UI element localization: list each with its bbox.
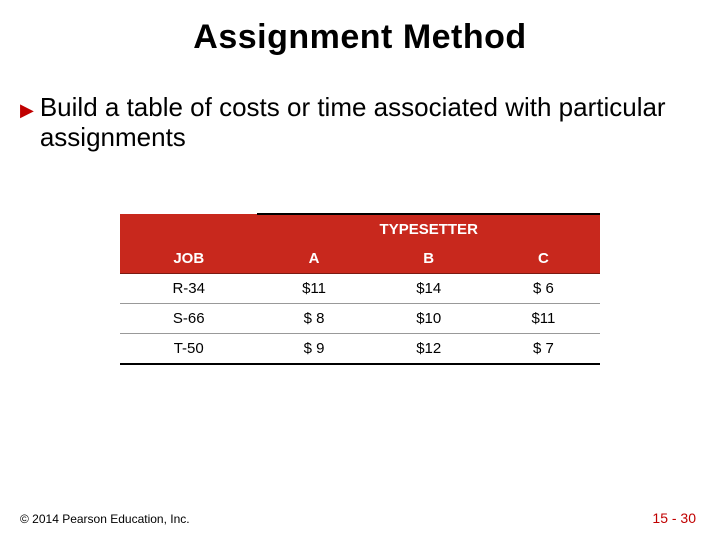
col-header-b: B	[371, 244, 487, 274]
bullet-text: Build a table of costs or time associate…	[40, 93, 686, 153]
footer-page-number: 15 - 30	[652, 510, 696, 526]
table-group-header: TYPESETTER	[257, 214, 600, 244]
cell-job: T-50	[120, 333, 257, 364]
cell-value: $ 9	[257, 333, 370, 364]
cell-value: $11	[257, 273, 370, 303]
table-group-header-blank	[120, 214, 257, 244]
table-row: T-50 $ 9 $12 $ 7	[120, 333, 600, 364]
cell-job: R-34	[120, 273, 257, 303]
table-column-header-row: JOB A B C	[120, 244, 600, 274]
triangle-bullet-icon: ▶	[20, 95, 34, 125]
cell-job: S-66	[120, 303, 257, 333]
col-header-job: JOB	[120, 244, 257, 274]
cost-table: TYPESETTER JOB A B C R-34 $11 $14 $ 6 S-…	[120, 213, 600, 365]
cell-value: $ 8	[257, 303, 370, 333]
cost-table-wrap: TYPESETTER JOB A B C R-34 $11 $14 $ 6 S-…	[0, 213, 720, 365]
cell-value: $ 6	[487, 273, 600, 303]
cell-value: $14	[371, 273, 487, 303]
cell-value: $ 7	[487, 333, 600, 364]
cell-value: $11	[487, 303, 600, 333]
footer-copyright: © 2014 Pearson Education, Inc.	[20, 512, 190, 526]
cell-value: $12	[371, 333, 487, 364]
col-header-c: C	[487, 244, 600, 274]
col-header-a: A	[257, 244, 370, 274]
bullet-item: ▶ Build a table of costs or time associa…	[0, 93, 720, 153]
slide: Assignment Method ▶ Build a table of cos…	[0, 0, 720, 540]
table-group-header-row: TYPESETTER	[120, 214, 600, 244]
table-row: S-66 $ 8 $10 $11	[120, 303, 600, 333]
cell-value: $10	[371, 303, 487, 333]
slide-title: Assignment Method	[0, 0, 720, 57]
table-row: R-34 $11 $14 $ 6	[120, 273, 600, 303]
